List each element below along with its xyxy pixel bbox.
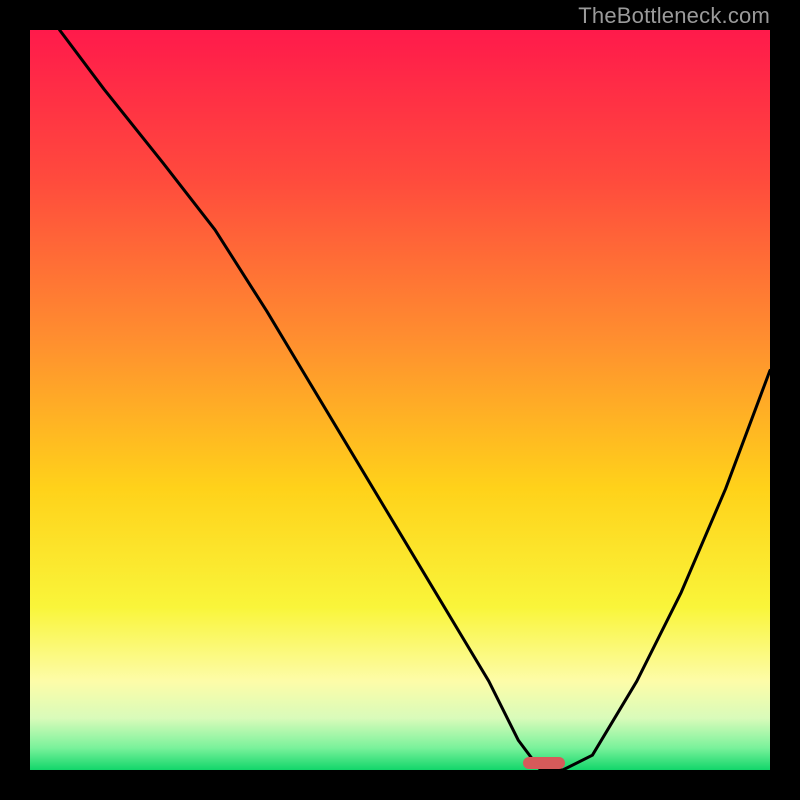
plot-area <box>30 30 770 770</box>
optimal-marker <box>523 757 565 769</box>
bottleneck-curve <box>30 30 770 770</box>
curve-path <box>60 30 770 770</box>
watermark-text: TheBottleneck.com <box>578 3 770 29</box>
chart-frame: TheBottleneck.com <box>0 0 800 800</box>
